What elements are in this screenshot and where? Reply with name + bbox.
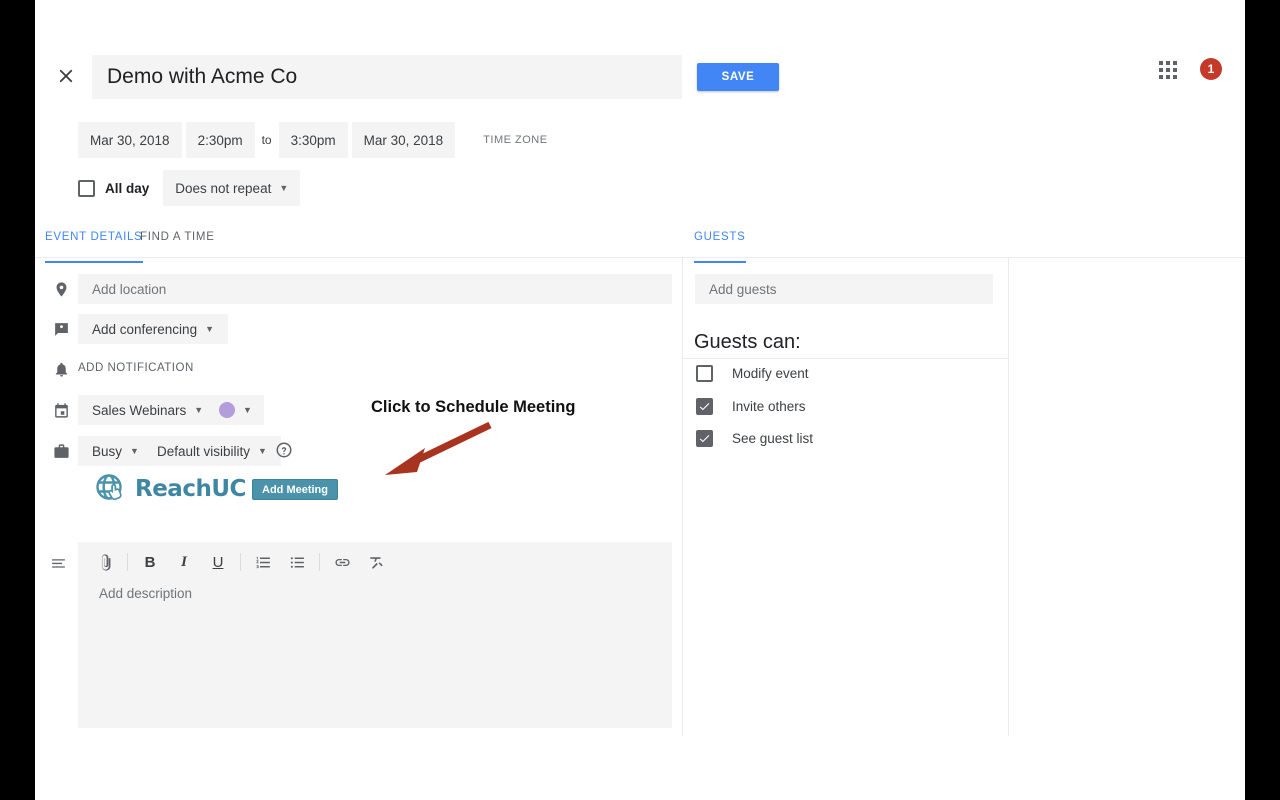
chevron-down-icon: ▼ <box>130 447 139 456</box>
guest-permission-label: Invite others <box>732 399 806 414</box>
event-editor-page: SAVE 1 Mar 30, 2018 2:30pm to 3:30pm Mar… <box>35 0 1245 800</box>
column-divider-right <box>1008 258 1009 736</box>
start-time-field[interactable]: 2:30pm <box>186 122 255 158</box>
guest-permission-row[interactable]: Invite others <box>696 398 806 415</box>
time-zone-button[interactable]: TIME ZONE <box>483 134 547 146</box>
screenshot-root: SAVE 1 Mar 30, 2018 2:30pm to 3:30pm Mar… <box>0 0 1280 800</box>
chevron-down-icon: ▼ <box>279 184 288 193</box>
toolbar-divider <box>319 553 320 571</box>
guests-divider <box>683 358 1008 359</box>
bulleted-list-icon[interactable] <box>280 547 314 577</box>
close-button[interactable] <box>48 58 84 94</box>
all-day-checkbox[interactable] <box>78 180 95 197</box>
date-time-row: Mar 30, 2018 2:30pm to 3:30pm Mar 30, 20… <box>78 122 548 158</box>
help-circle-icon[interactable] <box>275 441 295 461</box>
repeat-value: Does not repeat <box>175 181 271 196</box>
end-date-field[interactable]: Mar 30, 2018 <box>352 122 456 158</box>
calendar-dropdown[interactable]: Sales Webinars ▼ <box>78 395 217 425</box>
italic-icon[interactable]: I <box>167 547 201 577</box>
location-input[interactable]: Add location <box>78 274 672 304</box>
repeat-dropdown[interactable]: Does not repeat ▼ <box>163 170 300 206</box>
color-dot-icon <box>219 402 235 418</box>
reachuc-globe-cursor-icon <box>93 472 133 506</box>
reachuc-wordmark: ReachUC <box>135 476 246 502</box>
link-icon[interactable] <box>325 547 359 577</box>
annotation-text: Click to Schedule Meeting <box>371 398 575 417</box>
guest-permission-label: Modify event <box>732 366 809 381</box>
tab-guests[interactable]: GUESTS <box>694 231 746 258</box>
apps-grid-icon[interactable] <box>1155 57 1181 83</box>
guest-permission-row[interactable]: See guest list <box>696 430 813 447</box>
guests-can-title: Guests can: <box>694 331 801 354</box>
remove-formatting-icon[interactable] <box>359 547 393 577</box>
chevron-down-icon: ▼ <box>194 406 203 415</box>
add-notification-button[interactable]: ADD NOTIFICATION <box>78 362 194 374</box>
description-lines-icon <box>47 552 69 574</box>
description-toolbar: B I U <box>78 542 672 582</box>
to-label: to <box>255 133 279 147</box>
guest-permission-label: See guest list <box>732 431 813 446</box>
description-editor[interactable]: B I U Add description <box>78 542 672 728</box>
underline-icon[interactable]: U <box>201 547 235 577</box>
all-day-label: All day <box>105 181 149 196</box>
see-guest-list-checkbox[interactable] <box>696 430 713 447</box>
visibility-value: Default visibility <box>157 444 250 459</box>
bold-icon[interactable]: B <box>133 547 167 577</box>
busy-dropdown[interactable]: Busy ▼ <box>78 436 153 466</box>
invite-others-checkbox[interactable] <box>696 398 713 415</box>
busy-value: Busy <box>92 444 122 459</box>
briefcase-icon <box>50 440 72 462</box>
end-time-field[interactable]: 3:30pm <box>279 122 348 158</box>
close-icon <box>55 65 77 87</box>
event-color-dropdown[interactable]: ▼ <box>207 395 264 425</box>
guest-permission-row[interactable]: Modify event <box>696 365 809 382</box>
description-input[interactable]: Add description <box>78 582 672 601</box>
attach-icon[interactable] <box>88 547 122 577</box>
bell-icon <box>50 358 72 380</box>
save-button[interactable]: SAVE <box>697 63 779 91</box>
notification-badge[interactable]: 1 <box>1200 58 1222 80</box>
chevron-down-icon: ▼ <box>243 406 252 415</box>
toolbar-divider <box>127 553 128 571</box>
calendar-icon <box>50 399 72 421</box>
add-meeting-button[interactable]: Add Meeting <box>252 479 338 500</box>
add-guests-input[interactable]: Add guests <box>695 274 993 304</box>
location-pin-icon <box>50 278 72 300</box>
tabs-divider <box>35 257 1245 258</box>
toolbar-divider <box>240 553 241 571</box>
visibility-dropdown[interactable]: Default visibility ▼ <box>143 436 281 466</box>
start-date-field[interactable]: Mar 30, 2018 <box>78 122 182 158</box>
conferencing-value: Add conferencing <box>92 322 197 337</box>
calendar-value: Sales Webinars <box>92 403 186 418</box>
column-divider-left <box>682 258 683 736</box>
reachuc-logo: ReachUC <box>93 472 246 506</box>
tab-find-a-time[interactable]: FIND A TIME <box>140 231 215 258</box>
numbered-list-icon[interactable] <box>246 547 280 577</box>
video-conference-icon <box>50 318 72 340</box>
conferencing-dropdown[interactable]: Add conferencing ▼ <box>78 314 228 344</box>
event-title-input[interactable] <box>92 55 682 99</box>
chevron-down-icon: ▼ <box>205 325 214 334</box>
tab-event-details[interactable]: EVENT DETAILS <box>45 231 143 258</box>
modify-event-checkbox[interactable] <box>696 365 713 382</box>
chevron-down-icon: ▼ <box>258 447 267 456</box>
arrow-pointer-icon <box>355 420 495 480</box>
all-day-row: All day Does not repeat ▼ <box>78 170 300 206</box>
